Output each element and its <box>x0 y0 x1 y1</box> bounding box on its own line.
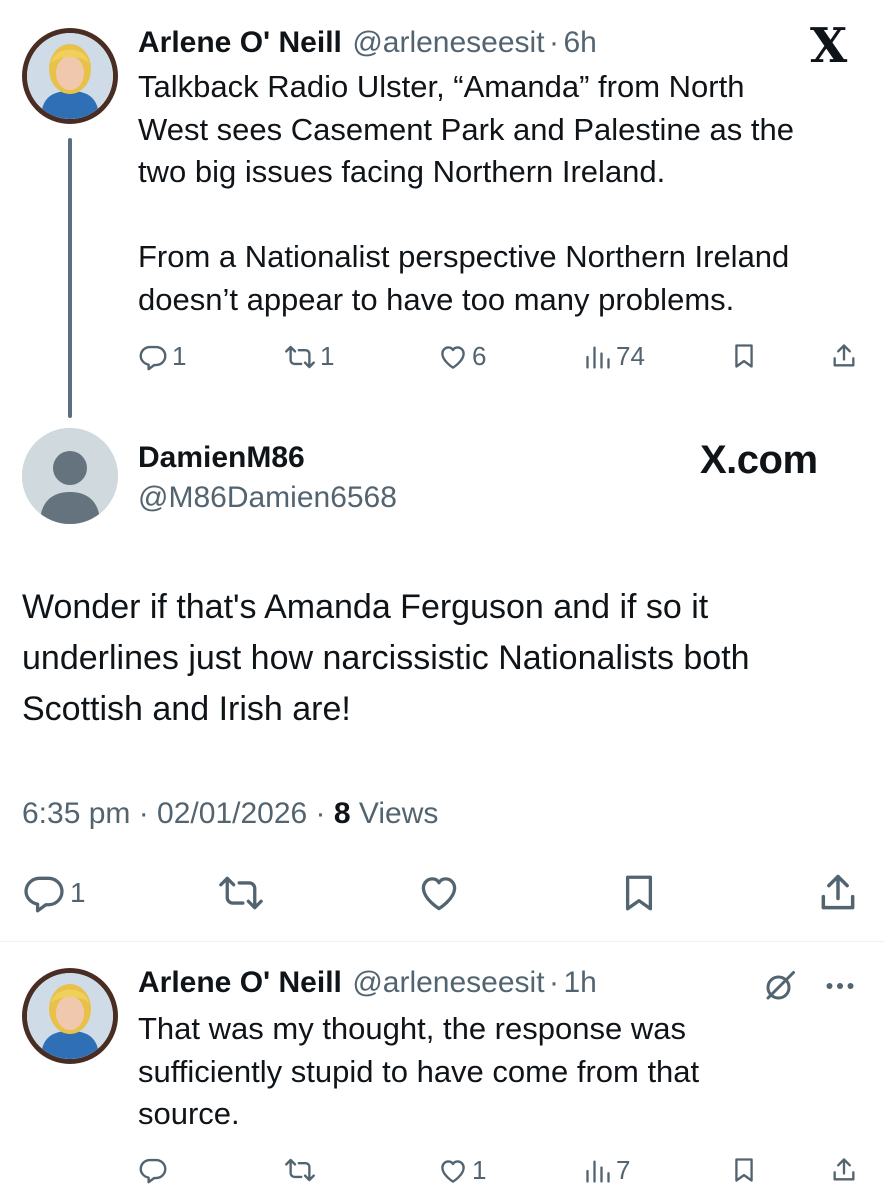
tweet1-reply-button[interactable]: 1 <box>138 341 186 372</box>
avatar-arlene-reply[interactable] <box>22 968 118 1064</box>
tweet3-share-button[interactable] <box>830 1155 858 1185</box>
tweet1-views-button[interactable]: 74 <box>584 341 645 372</box>
tweet3-like-count: 1 <box>472 1155 487 1185</box>
section-divider <box>0 941 885 942</box>
tweet3-like-button[interactable]: 1 <box>438 1155 486 1186</box>
tweet1-like-button[interactable]: 6 <box>438 341 486 372</box>
tweet3-time[interactable]: 1h <box>563 966 596 999</box>
tweet2-timestamp[interactable]: 6:35 pm · 02/01/2026 · <box>22 797 334 830</box>
tweet1-repost-button[interactable]: 1 <box>284 341 334 372</box>
repost-icon <box>219 876 263 910</box>
tweet1-text: Talkback Radio Ulster, “Amanda” from Nor… <box>138 69 794 317</box>
tweet3-views-count: 7 <box>616 1155 631 1185</box>
avatar-damien[interactable] <box>22 428 118 524</box>
bookmark-icon <box>625 875 653 911</box>
tweet3-text: That was my thought, the response was su… <box>138 1011 700 1131</box>
bookmark-icon <box>735 344 753 368</box>
tweet2-views-count: 8 <box>333 797 351 830</box>
more-icon <box>826 983 854 989</box>
tweet2-like-button[interactable] <box>416 871 462 915</box>
tweet3-handle[interactable]: @arleneseesit <box>352 966 544 999</box>
tweet1-bookmark-button[interactable] <box>730 341 758 371</box>
like-icon <box>441 1159 465 1183</box>
thread-line <box>68 138 72 418</box>
views-icon <box>586 1160 610 1183</box>
tweet1-handle[interactable]: @arleneseesit <box>352 26 544 59</box>
reply-icon <box>139 345 167 370</box>
tweet3-reply-button[interactable] <box>138 1155 168 1185</box>
tweet1-header: Arlene O' Neill @arleneseesit · 6h <box>138 26 597 60</box>
tweet3-bookmark-button[interactable] <box>730 1155 758 1185</box>
bookmark-icon <box>735 1158 753 1182</box>
repost-icon <box>285 345 315 368</box>
tweet1-author-name[interactable]: Arlene O' Neill <box>138 26 342 59</box>
repost-icon <box>285 1158 315 1182</box>
tweet3-separator: · <box>549 966 559 999</box>
reply-icon <box>24 876 64 913</box>
tweet3-grok-button[interactable] <box>762 968 798 1004</box>
tweet1-repost-count: 1 <box>320 341 335 371</box>
tweet1-separator: · <box>549 26 559 59</box>
views-icon <box>586 346 610 369</box>
x-com-watermark: X.com <box>700 438 818 482</box>
tweet3-views-button[interactable]: 7 <box>584 1155 630 1186</box>
tweet2-author-name[interactable]: DamienM86 <box>138 441 305 475</box>
like-icon <box>441 345 465 369</box>
avatar-photo-icon <box>27 973 113 1059</box>
avatar-arlene[interactable] <box>22 28 118 124</box>
tweet2-text: Wonder if that's Amanda Ferguson and if … <box>22 588 750 728</box>
tweet2-share-button[interactable] <box>816 871 860 915</box>
tweet2-repost-button[interactable] <box>218 871 264 915</box>
tweet1-time[interactable]: 6h <box>563 26 596 59</box>
tweet3-author-name[interactable]: Arlene O' Neill <box>138 966 342 999</box>
tweet2-handle[interactable]: @M86Damien6568 <box>138 481 397 515</box>
like-icon <box>421 877 457 911</box>
share-icon <box>833 344 855 367</box>
tweet3-header: Arlene O' Neill @arleneseesit · 1h <box>138 966 597 1000</box>
tweet2-bookmark-button[interactable] <box>618 871 660 915</box>
x-logo: X <box>810 18 848 74</box>
tweet1-views-count: 74 <box>616 341 645 371</box>
tweet3-more-button[interactable] <box>822 968 858 1004</box>
tweet2-reply-button[interactable]: 1 <box>22 871 86 915</box>
tweet2-reply-count: 1 <box>70 877 86 908</box>
avatar-photo-icon <box>27 33 113 119</box>
tweet1-share-button[interactable] <box>830 341 858 371</box>
tweet1-like-count: 6 <box>472 341 487 371</box>
tweet2-meta: 6:35 pm · 02/01/2026 · 8 Views <box>22 797 438 831</box>
share-icon <box>833 1158 855 1181</box>
tweet2-views-label: Views <box>350 797 439 830</box>
default-avatar-icon <box>22 428 118 524</box>
share-icon <box>821 874 855 910</box>
grok-icon <box>766 971 795 1000</box>
tweet3-repost-button[interactable] <box>284 1155 316 1185</box>
reply-icon <box>139 1158 167 1184</box>
tweet1-reply-count: 1 <box>172 341 187 371</box>
